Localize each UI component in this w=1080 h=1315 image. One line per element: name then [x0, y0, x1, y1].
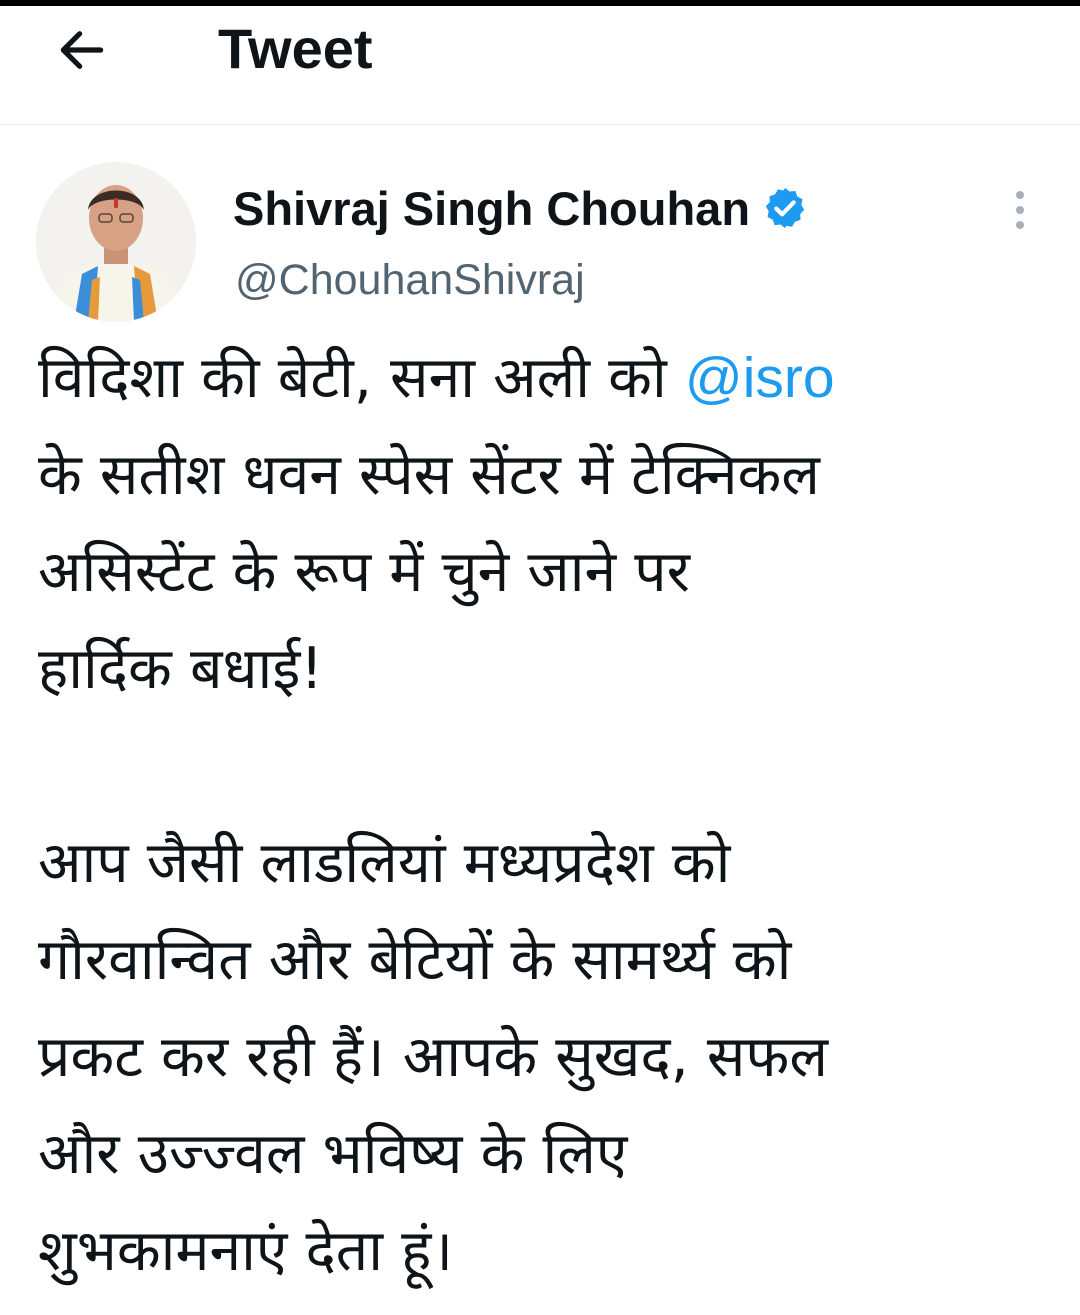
author-name-row[interactable]: Shivraj Singh Chouhan: [233, 178, 808, 238]
tweet-line: विदिशा की बेटी, सना अली को: [38, 345, 667, 411]
top-app-bar: Tweet: [0, 6, 1080, 125]
arrow-left-icon: [60, 31, 104, 69]
tweet-line: गौरवान्वित और बेटियों के सामर्थ्य को: [38, 927, 792, 993]
tweet-line: के सतीश धवन स्पेस सेंटर में टेक्निकल: [38, 442, 820, 508]
tweet-line: प्रकट कर रही हैं। आपके सुखद, सफल: [38, 1024, 829, 1090]
profile-photo: [36, 162, 196, 322]
tweet-line: आप जैसी लाडलियां मध्यप्रदेश को: [38, 830, 731, 896]
author-display-name[interactable]: Shivraj Singh Chouhan: [233, 181, 750, 236]
tweet-line: और उज्ज्वल भविष्य के लिए: [38, 1121, 628, 1187]
tweet-line: शुभकामनाएं देता हूं।: [38, 1218, 454, 1284]
avatar[interactable]: [36, 162, 196, 322]
tweet-paragraph-2: आप जैसी लाडलियां मध्यप्रदेश को गौरवान्वि…: [38, 815, 1058, 1300]
verified-badge-icon: [765, 187, 805, 229]
author-handle[interactable]: @ChouhanShivraj: [235, 252, 585, 308]
page-title: Tweet: [218, 17, 373, 80]
tweet-text: विदिशा की बेटी, सना अली को @isro के सतीश…: [38, 330, 1058, 1300]
back-button[interactable]: [48, 16, 116, 84]
mention-link[interactable]: @isro: [685, 346, 835, 410]
more-vertical-icon: [1016, 191, 1024, 229]
tweet-line: हार्दिक बधाई!: [38, 636, 324, 702]
tweet-paragraph-1: विदिशा की बेटी, सना अली को @isro के सतीश…: [38, 330, 1058, 718]
more-options-button[interactable]: [996, 182, 1044, 238]
tweet-line: असिस्टेंट के रूप में चुने जाने पर: [38, 539, 690, 605]
